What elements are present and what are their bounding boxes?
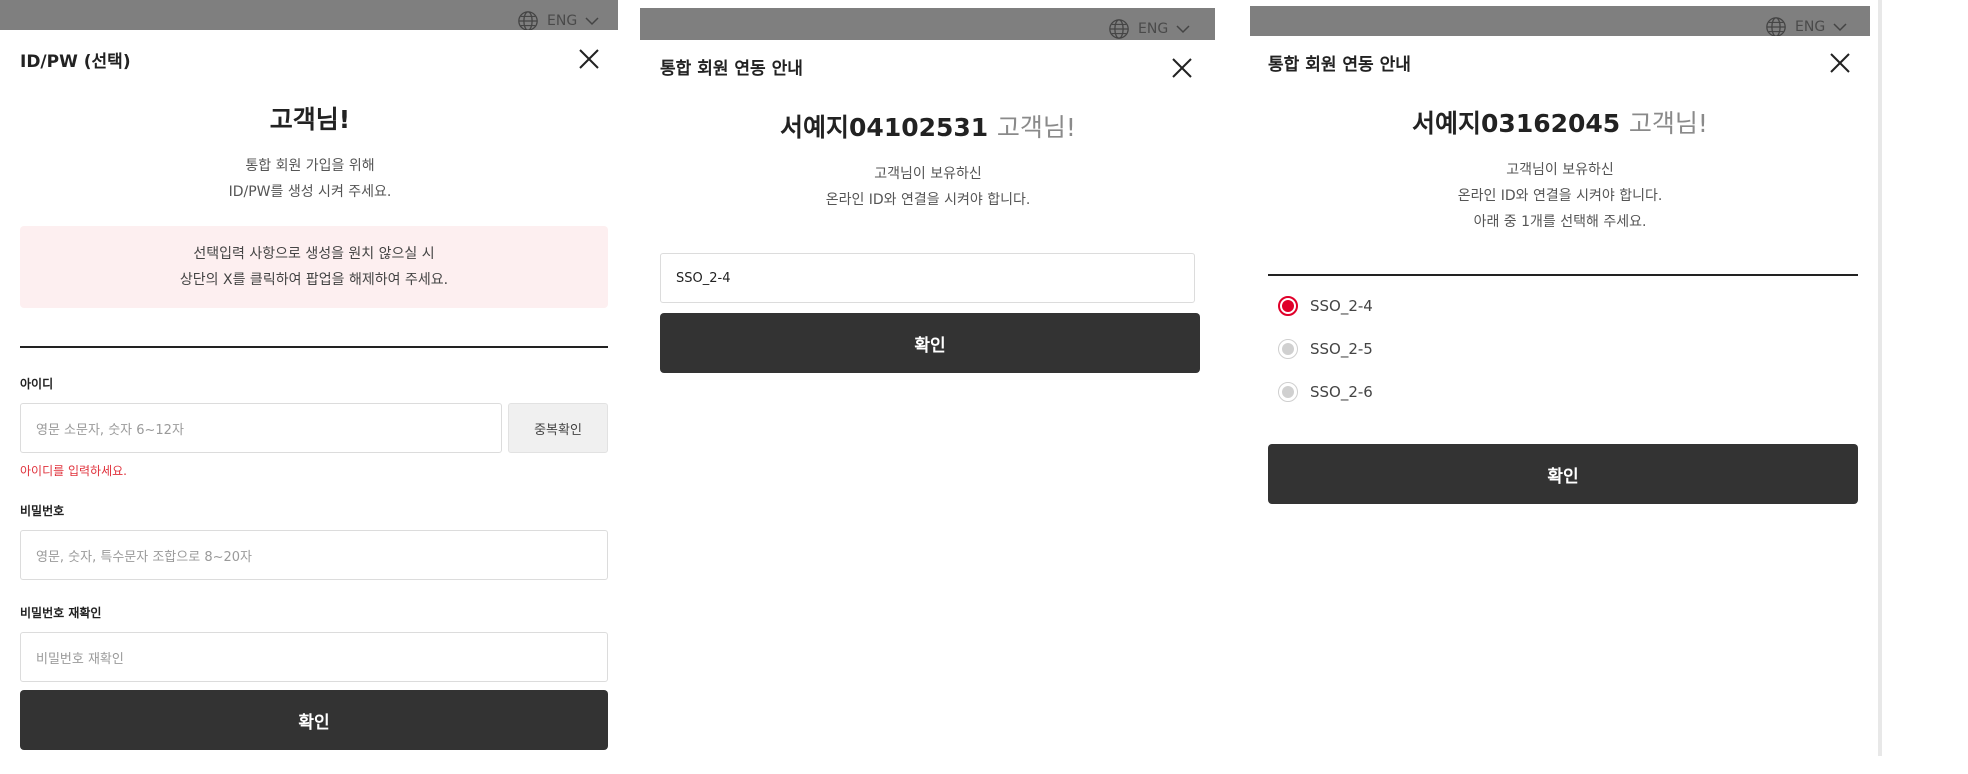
greeting-name: 서예지03162045 [1412, 109, 1621, 138]
chevron-down-icon [585, 17, 599, 26]
close-icon [1172, 58, 1192, 78]
notice-box: 선택입력 사항으로 생성을 원치 않으실 시 상단의 X를 클릭하여 팝업을 해… [20, 226, 608, 308]
greeting-suffix: 고객님! [996, 113, 1076, 142]
password-placeholder: 영문, 숫자, 특수문자 조합으로 8~20자 [36, 549, 252, 565]
close-button[interactable] [1828, 51, 1852, 75]
idpw-modal: ID/PW (선택) 고객님! 통합 회원 가입을 위해 ID/PW를 생성 시… [0, 30, 620, 774]
option-label: SSO_2-6 [1310, 383, 1373, 401]
id-input[interactable]: 영문 소문자, 숫자 6~12자 [20, 403, 502, 453]
online-id-value: SSO_2-4 [676, 270, 731, 286]
language-selector[interactable]: ENG [517, 10, 599, 32]
id-error-message: 아이디를 입력하세요. [20, 464, 127, 478]
divider [20, 346, 608, 348]
language-label: ENG [1138, 21, 1169, 37]
id-option-sso-2-6[interactable]: SSO_2-6 [1278, 382, 1373, 402]
description-line: 통합 회원 가입을 위해 [245, 158, 375, 174]
modal-title: ID/PW (선택) [20, 52, 131, 72]
option-label: SSO_2-4 [1310, 297, 1373, 315]
globe-icon [1766, 17, 1786, 37]
description-line: 고객님이 보유하신 [874, 166, 982, 182]
confirm-button[interactable]: 확인 [1268, 444, 1858, 504]
description: 통합 회원 가입을 위해 ID/PW를 생성 시켜 주세요. [0, 153, 620, 205]
password-confirm-placeholder: 비밀번호 재확인 [36, 651, 124, 667]
chevron-down-icon [1176, 25, 1190, 34]
globe-icon [518, 11, 538, 31]
description-line: 온라인 ID와 연결을 시켜야 합니다. [825, 192, 1031, 208]
confirm-button[interactable]: 확인 [660, 313, 1200, 373]
greeting-name: 고객님! [269, 105, 351, 134]
option-label: SSO_2-5 [1310, 340, 1373, 358]
close-icon [1830, 53, 1850, 73]
id-option-sso-2-5[interactable]: SSO_2-5 [1278, 339, 1373, 359]
language-label: ENG [1795, 19, 1826, 35]
greeting: 고객님! [0, 100, 620, 136]
id-option-sso-2-4[interactable]: SSO_2-4 [1278, 296, 1373, 316]
description-line: 온라인 ID와 연결을 시켜야 합니다. [1457, 188, 1663, 204]
modal-title: 통합 회원 연동 안내 [1268, 55, 1411, 75]
greeting: 서예지04102531 고객님! [640, 108, 1216, 144]
close-button[interactable] [1170, 56, 1194, 80]
link-modal: 통합 회원 연동 안내 서예지04102531 고객님! 고객님이 보유하신 온… [640, 40, 1216, 774]
description: 고객님이 보유하신 온라인 ID와 연결을 시켜야 합니다. [640, 161, 1216, 213]
id-label: 아이디 [20, 377, 54, 391]
online-id-field: SSO_2-4 [660, 253, 1195, 303]
notice-line: 선택입력 사항으로 생성을 원치 않으실 시 [193, 246, 435, 262]
panel-link-select: ENG 통합 회원 연동 안내 서예지03162045 고객님! 고객님이 보유… [1250, 0, 1882, 774]
panel-link-single: ENG 통합 회원 연동 안내 서예지04102531 고객님! 고객님이 보유… [640, 0, 1220, 774]
description-line: 아래 중 1개를 선택해 주세요. [1473, 214, 1647, 230]
greeting: 서예지03162045 고객님! [1250, 104, 1870, 140]
language-label: ENG [547, 13, 578, 29]
chevron-down-icon [1833, 23, 1847, 32]
radio-selected-icon [1278, 296, 1298, 316]
duplicate-check-button[interactable]: 중복확인 [508, 403, 608, 453]
notice-line: 상단의 X를 클릭하여 팝업을 해제하여 주세요. [179, 272, 449, 288]
id-placeholder: 영문 소문자, 숫자 6~12자 [36, 422, 184, 438]
radio-unselected-icon [1278, 382, 1298, 402]
radio-unselected-icon [1278, 339, 1298, 359]
link-select-modal: 통합 회원 연동 안내 서예지03162045 고객님! 고객님이 보유하신 온… [1250, 36, 1870, 756]
password-confirm-label: 비밀번호 재확인 [20, 606, 102, 620]
modal-title: 통합 회원 연동 안내 [660, 59, 803, 79]
password-label: 비밀번호 [20, 504, 65, 518]
greeting-name: 서예지04102531 [780, 113, 989, 142]
divider [1268, 274, 1858, 276]
confirm-button[interactable]: 확인 [20, 690, 608, 750]
password-input[interactable]: 영문, 숫자, 특수문자 조합으로 8~20자 [20, 530, 608, 580]
scrollbar-edge [1878, 0, 1882, 756]
language-selector[interactable]: ENG [1108, 18, 1190, 40]
globe-icon [1109, 19, 1129, 39]
close-icon [579, 49, 599, 69]
greeting-suffix: 고객님! [1628, 109, 1708, 138]
language-selector[interactable]: ENG [1765, 16, 1847, 38]
panel-idpw: ENG ID/PW (선택) 고객님! 통합 회원 가입을 위해 ID/PW를 … [0, 0, 620, 774]
description-line: 고객님이 보유하신 [1506, 162, 1614, 178]
description-line: ID/PW를 생성 시켜 주세요. [228, 184, 392, 200]
description: 고객님이 보유하신 온라인 ID와 연결을 시켜야 합니다. 아래 중 1개를 … [1250, 157, 1870, 235]
close-button[interactable] [577, 47, 601, 71]
password-confirm-input[interactable]: 비밀번호 재확인 [20, 632, 608, 682]
